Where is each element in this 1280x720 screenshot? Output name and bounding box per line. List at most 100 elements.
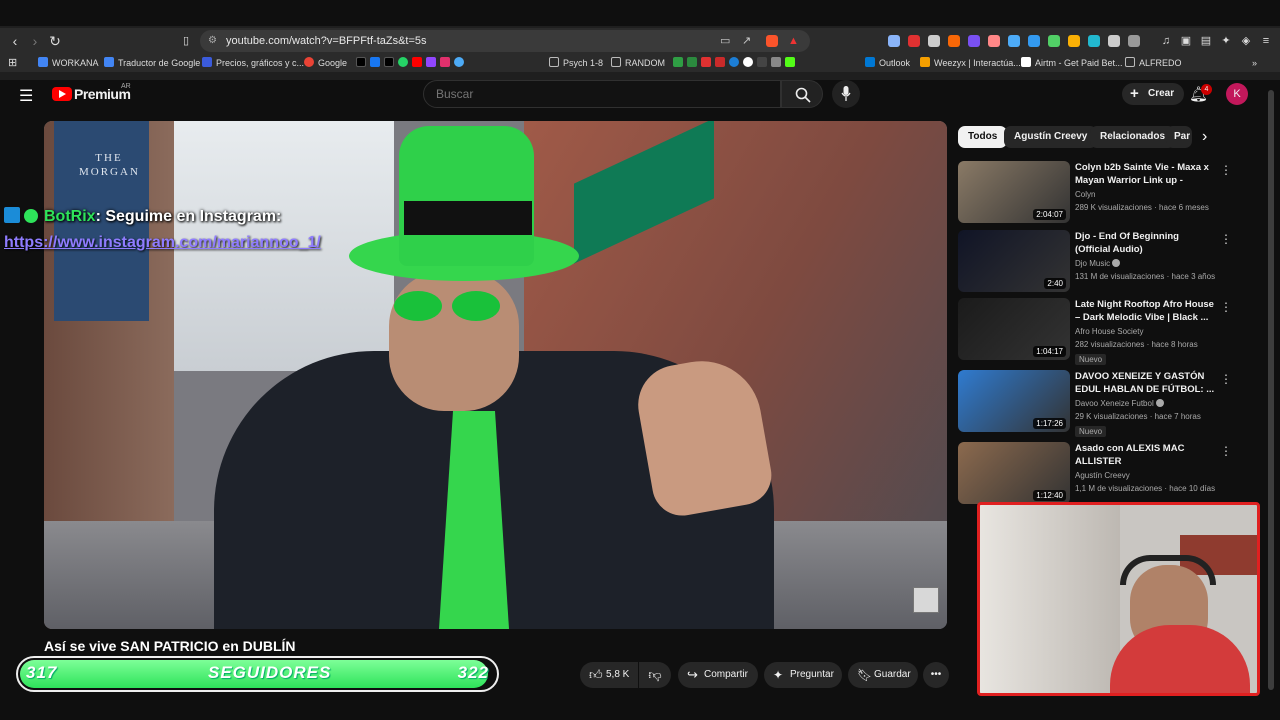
webcam-curtain	[980, 505, 1120, 693]
recommendation-item[interactable]: 1:12:40 Asado con ALEXIS MAC ALLISTER Agus…	[958, 442, 1238, 506]
back-icon[interactable]: ‹	[5, 31, 25, 51]
extension-icon[interactable]	[948, 35, 960, 47]
video-thumbnail[interactable]: 1:12:40	[958, 442, 1070, 504]
bookmark-prices[interactable]: Precios, gráficos y c...	[202, 54, 304, 72]
extension-icon[interactable]	[968, 35, 980, 47]
extension-icon[interactable]	[1048, 35, 1060, 47]
wallet-icon[interactable]: ▤	[1196, 31, 1216, 51]
share-button[interactable]: ↪ Compartir	[678, 662, 758, 688]
search-button[interactable]	[781, 80, 823, 108]
chip-related[interactable]: Relacionados	[1090, 126, 1176, 148]
video-thumbnail[interactable]: 1:17:26	[958, 370, 1070, 432]
chips-next-icon[interactable]: ›	[1202, 128, 1207, 146]
bookmark-weezyx[interactable]: Weezyx | Interactúa...	[920, 54, 1021, 72]
voice-search-button[interactable]	[832, 80, 860, 108]
followers-label: SEGUIDORES	[208, 663, 332, 682]
bookmark-page-icon[interactable]: ▯	[176, 31, 196, 51]
recommendation-item[interactable]: 1:17:26 DAVOO XENEIZE Y GASTÓN EDUL HABLA…	[958, 370, 1238, 437]
bookmark-folder-random[interactable]: RANDOM	[611, 54, 665, 72]
extension-icon[interactable]	[1128, 35, 1140, 47]
bookmark-translate[interactable]: Traductor de Google	[104, 54, 200, 72]
recommendation-title[interactable]: Colyn b2b Sainte Vie - Maxa x Mayan Warr…	[1075, 161, 1215, 188]
chip-agustin-creevy[interactable]: Agustín Creevy	[1004, 126, 1098, 148]
more-options-icon[interactable]: ⋮	[1220, 232, 1232, 246]
bot-chat-message: BotRix: Seguime en Instagram:	[4, 207, 281, 226]
extension-icon[interactable]	[1088, 35, 1100, 47]
save-button[interactable]: 🔖︎ Guardar	[848, 662, 918, 688]
extension-icon[interactable]	[928, 35, 940, 47]
recommendation-title[interactable]: Late Night Rooftop Afro House – Dark Mel…	[1075, 298, 1215, 324]
recommendation-meta: 131 M de visualizaciones · hace 3 años	[1075, 272, 1216, 281]
recommendation-channel[interactable]: Agustín Creevy	[1075, 471, 1130, 480]
create-button[interactable]: + Crear	[1122, 83, 1185, 105]
extension-icon[interactable]	[908, 35, 920, 47]
search-input[interactable]	[423, 80, 781, 108]
facebook-icon	[370, 57, 380, 67]
more-actions-button[interactable]: •••	[923, 662, 949, 688]
avatar[interactable]: K	[1226, 83, 1248, 105]
recommendation-item[interactable]: 2:40 Djo - End Of Beginning (Official Aud…	[958, 230, 1238, 294]
sidebar-icon[interactable]: ▣	[1176, 31, 1196, 51]
reload-icon[interactable]: ↻	[45, 31, 65, 51]
chip-partial[interactable]: Par	[1166, 126, 1192, 148]
video-frame-hat-band	[404, 201, 532, 235]
extension-icon[interactable]	[1008, 35, 1020, 47]
recommendation-item[interactable]: 2:04:07 Colyn b2b Sainte Vie - Maxa x May…	[958, 161, 1238, 225]
ask-button[interactable]: ✦ Preguntar	[764, 662, 842, 688]
leo-icon[interactable]: ✦	[1216, 31, 1236, 51]
cast-icon[interactable]: ▭	[720, 30, 730, 52]
bookmark-airtm[interactable]: Airtm - Get Paid Bet...	[1021, 54, 1123, 72]
bookmark-folder-alfredo[interactable]: ALFREDO	[1125, 54, 1182, 72]
url-bar[interactable]: ⚙ youtube.com/watch?v=BFPFtf-taZs&t=5s ▭…	[200, 30, 810, 52]
folder-icon	[1125, 57, 1135, 67]
share-page-icon[interactable]: ↗	[742, 30, 751, 52]
menu-icon[interactable]: ≡	[1256, 31, 1276, 51]
recommendation-channel[interactable]: Davoo Xeneize Futbol	[1075, 399, 1164, 408]
recommendation-title[interactable]: Asado con ALEXIS MAC ALLISTER	[1075, 442, 1215, 468]
extension-icon[interactable]	[988, 35, 1000, 47]
bookmark-icon-row[interactable]	[356, 54, 546, 72]
extension-icon[interactable]	[1028, 35, 1040, 47]
more-options-icon[interactable]: ⋮	[1220, 372, 1232, 386]
rewards-icon[interactable]: ▲	[788, 30, 799, 52]
extensions-puzzle-icon[interactable]	[1108, 35, 1120, 47]
video-thumbnail[interactable]: 2:40	[958, 230, 1070, 292]
apps-icon[interactable]: ⊞	[8, 54, 17, 72]
video-thumbnail[interactable]: 1:04:17	[958, 298, 1070, 360]
extension-icon[interactable]	[888, 35, 900, 47]
bookmark-workana[interactable]: WORKANA	[38, 54, 99, 72]
forward-icon[interactable]: ›	[25, 31, 45, 51]
sheet-icon	[673, 57, 683, 67]
extension-icon[interactable]	[1068, 35, 1080, 47]
bookmark-google[interactable]: Google	[304, 54, 347, 72]
more-bookmarks-icon[interactable]: »	[1252, 54, 1257, 72]
more-options-icon[interactable]: ⋮	[1220, 444, 1232, 458]
coin-icon	[202, 57, 212, 67]
site-info-icon[interactable]: ⚙	[208, 30, 217, 52]
youtube-logo-icon[interactable]	[52, 87, 72, 101]
recommendation-channel[interactable]: Afro House Society	[1075, 327, 1143, 336]
brave-shield-icon[interactable]	[766, 35, 778, 47]
video-thumbnail[interactable]: 2:04:07	[958, 161, 1070, 223]
recommendation-title[interactable]: DAVOO XENEIZE Y GASTÓN EDUL HABLAN DE FÚ…	[1075, 370, 1215, 396]
vpn-icon[interactable]: ◈	[1236, 31, 1256, 51]
page-scrollbar[interactable]	[1268, 90, 1274, 690]
dislike-button[interactable]: 👎︎	[639, 662, 671, 688]
bookmark-folder-psych[interactable]: Psych 1-8	[549, 54, 603, 72]
recommendation-title[interactable]: Djo - End Of Beginning (Official Audio)	[1075, 230, 1215, 256]
bookmark-outlook[interactable]: Outlook	[865, 54, 910, 72]
more-options-icon[interactable]: ⋮	[1220, 300, 1232, 314]
recommendation-item[interactable]: 1:04:17 Late Night Rooftop Afro House – D…	[958, 298, 1238, 365]
hamburger-menu-icon[interactable]: ☰	[19, 86, 33, 106]
more-options-icon[interactable]: ⋮	[1220, 163, 1232, 177]
bookmark-icon-row-2[interactable]	[673, 54, 853, 72]
recommendation-channel[interactable]: Colyn	[1075, 190, 1095, 199]
channel-watermark[interactable]	[913, 587, 939, 613]
more-icon: •••	[930, 669, 942, 680]
weezyx-icon	[920, 57, 930, 67]
like-button[interactable]: 👍︎ 5,8 K	[580, 662, 638, 688]
media-icon[interactable]: ♫	[1156, 31, 1176, 51]
recommendation-channel[interactable]: Djo Music	[1075, 259, 1121, 268]
chip-all[interactable]: Todos	[958, 126, 1008, 148]
video-player[interactable]: THE MORGAN	[44, 121, 947, 629]
